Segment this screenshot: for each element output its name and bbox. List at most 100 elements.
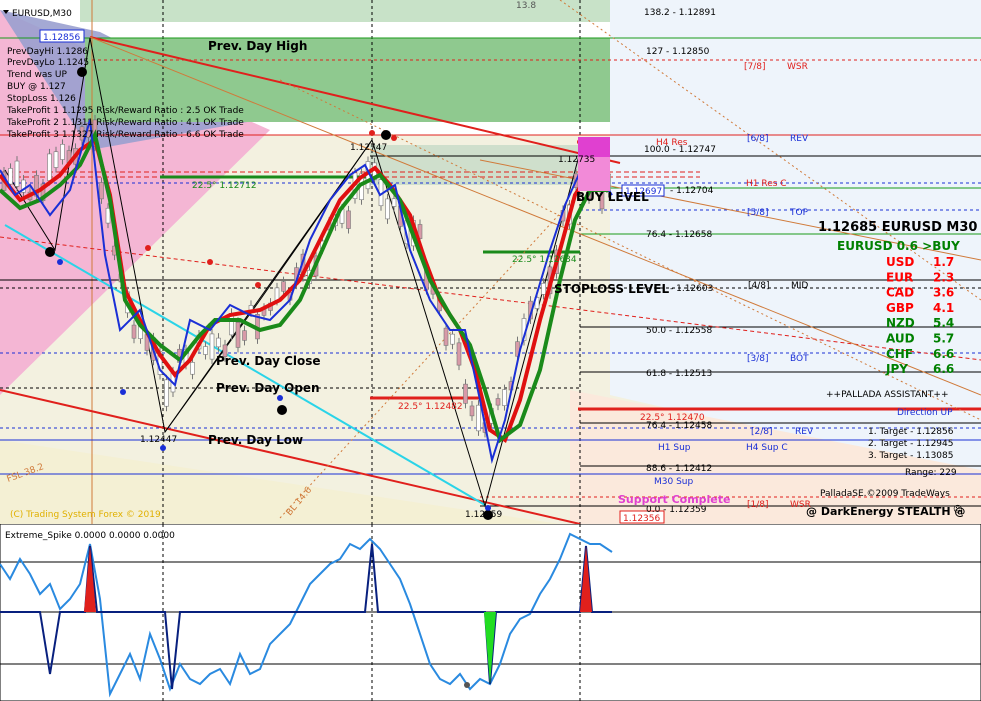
strength-currency: NZD [886,316,915,330]
candle-body [469,405,475,417]
strength-value: 6.6 [933,347,954,361]
strength-value: 5.4 [933,316,954,330]
info-line: StopLoss 1.126 [7,94,76,104]
candle-body [60,144,65,160]
murrey-frac: [1/8] [747,500,769,510]
murrey-frac: [5/8] [747,208,769,218]
info-line: TakeProfit 1 1.1295 Risk/Reward Ratio : … [6,106,244,116]
info-line: TakeProfit 2 1.1311 Risk/Reward Ratio : … [6,118,244,128]
murrey-name: REV [795,427,814,437]
candle-body [164,379,169,407]
prev-day-close-label: Prev. Day Close [216,354,321,368]
chart-window[interactable]: EURUSD,M30 PrevDayHi 1.1286 PrevDayLo 1.… [0,0,981,701]
info-line: Trend was UP [6,70,68,80]
info-line: BUY @ 1.127 [7,82,66,92]
candle-body [99,182,104,200]
svg-text:76.4 - 1.12658: 76.4 - 1.12658 [646,230,712,240]
strength-currency: CAD [886,286,914,300]
strength-currency: USD [886,255,914,269]
price-tag-top-left: 1.12856 [39,29,85,43]
candle-body [131,324,137,339]
strength-value: 2.3 [933,270,954,284]
candle-body [541,282,546,295]
strength-currency: JPY [885,362,908,376]
candle-body [242,330,247,341]
candle-body [385,198,390,220]
murrey-name: WSR [787,62,808,72]
gann-label: 22.5° 1.12712 [192,181,257,191]
swing-label-peak: 1.12747 [350,143,387,153]
pivot-label: H4 Sup C [746,443,788,453]
candle-body [190,362,195,375]
candle-body [456,342,462,366]
candle-body [235,321,241,348]
strength-currency: EUR [886,270,913,284]
gann-label: 22.5° 1.12634 [512,255,577,265]
smiley-icon: ☺ [953,504,962,515]
strength-title: 1.12685 EURUSD M30 [818,220,977,235]
candle-body [105,207,111,224]
murrey-name: MID [791,281,808,291]
pivot-label: H4 Res [656,138,688,148]
candle-body [216,337,221,348]
prev-day-open-label: Prev. Day Open [216,381,320,395]
candle-body [450,333,455,345]
copyright-left: (C) Trading System Forex © 2019 [10,510,161,520]
candle-body [209,333,215,360]
candle-body [274,287,280,301]
candle-body [8,168,13,185]
svg-text:1.12856: 1.12856 [43,33,80,43]
murrey-name: REV [790,134,809,144]
buy-level-label: BUY LEVEL [576,190,649,204]
window-title-text: EURUSD,M30 [12,9,72,19]
candle-body [463,383,468,404]
price-chart[interactable]: EURUSD,M30 PrevDayHi 1.1286 PrevDayLo 1.… [0,0,981,524]
strength-signal: EURUSD 0.6 >BUY [837,239,960,253]
assistant-direction: Direction UP [897,408,953,418]
svg-text:- 1.12704: - 1.12704 [670,186,714,196]
pivot-label: H1 Sup [658,443,691,453]
info-line: TakeProfit 3 1.1327 Risk/Reward Ratio : … [6,130,244,140]
target-line: 1. Target - 1.12856 [868,427,954,437]
strength-value: 5.7 [933,332,954,346]
indicator-window[interactable]: Extreme_Spike 0.0000 0.0000 0.0000 [0,524,981,701]
indicator-label: Extreme_Spike 0.0000 0.0000 0.0000 [5,531,175,541]
candle-body [495,398,501,406]
candle-body [443,327,449,346]
svg-text:- 1.12603: - 1.12603 [670,284,713,294]
brand-label: @ DarkEnergy STEALTH @ [806,505,965,518]
strength-currency: GBP [886,301,914,315]
murrey-frac: [7/8] [744,62,766,72]
swing-label-right-peak: 1.12735 [558,155,595,165]
range-label: Range: 229 [905,468,957,478]
svg-text:0.0 - 1.12359: 0.0 - 1.12359 [646,505,707,515]
candle-body [14,160,20,187]
target-line: 2. Target - 1.12945 [868,439,953,449]
assistant-name: ++PALLADA ASSISTANT++ [826,390,949,400]
strength-value: 1.7 [933,255,954,269]
info-line: PrevDayHi 1.1286 [7,47,88,57]
candle-body [281,281,286,292]
gann-label: 22.5° 1.12482 [398,402,463,412]
strength-value: 6.6 [933,362,954,376]
candle-body [203,346,208,355]
strength-value: 3.6 [933,286,954,300]
strength-currency: AUD [886,332,915,346]
candle-body [391,198,397,207]
pivot-label: M30 Sup [654,477,693,487]
svg-text:127 - 1.12850: 127 - 1.12850 [646,47,710,57]
svg-text:138.2 - 1.12891: 138.2 - 1.12891 [644,8,716,18]
candle-body [502,389,507,406]
murrey-name: TOP [789,208,809,218]
svg-text:61.8 - 1.12513: 61.8 - 1.12513 [646,369,712,379]
strength-currency: CHF [886,347,913,361]
top-clip-label: 13.8 [516,1,536,11]
murrey-frac: [4/8] [748,281,770,291]
candle-body [476,404,481,432]
candle-body [346,210,351,229]
copyright-label: PalladaSE.©2009 TradeWays [820,489,950,499]
svg-text:88.6 - 1.12412: 88.6 - 1.12412 [646,464,712,474]
murrey-frac: [6/8] [747,134,769,144]
stoploss-level-label: STOPLOSS LEVEL [554,282,669,296]
info-line: PrevDayLo 1.1245 [7,58,89,68]
